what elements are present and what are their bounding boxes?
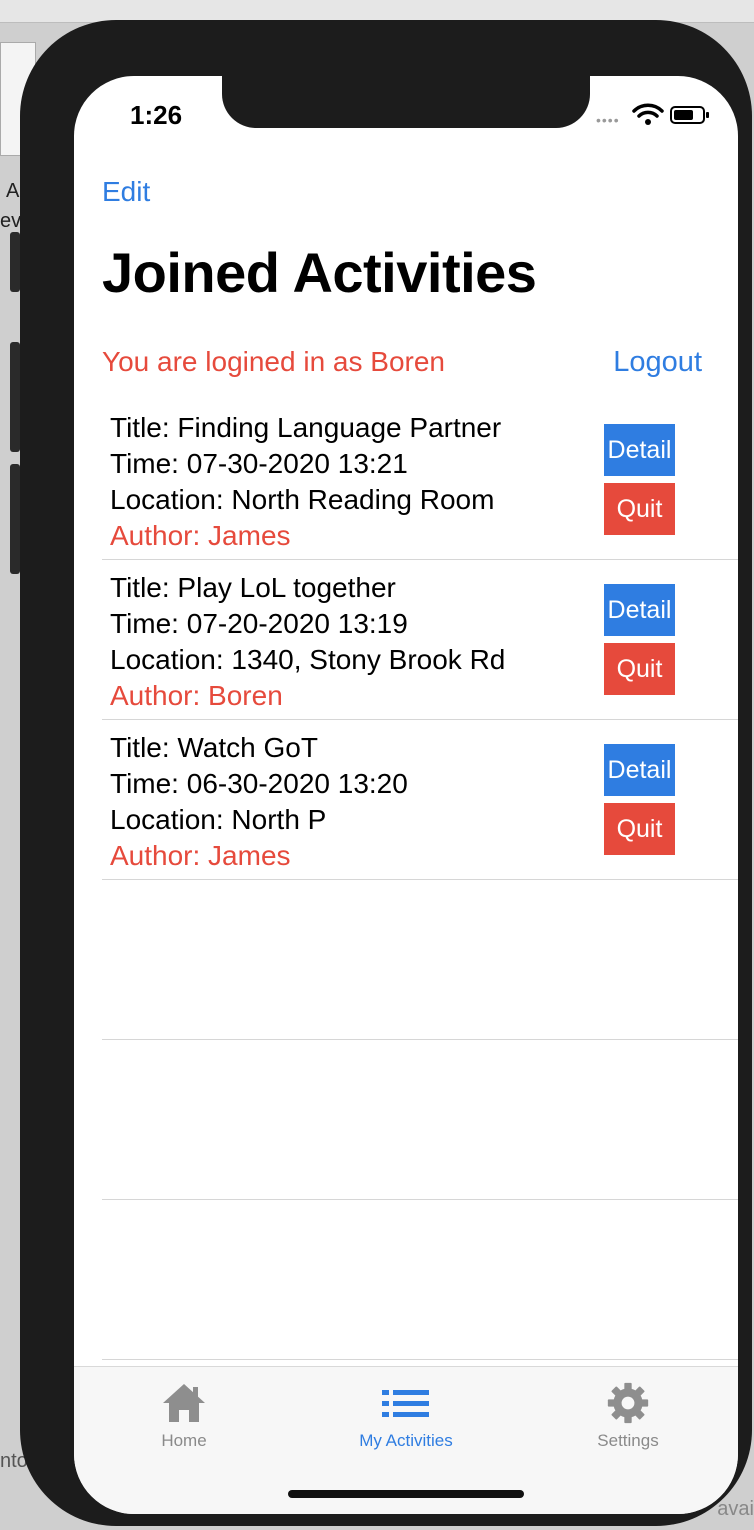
empty-row bbox=[102, 880, 738, 1040]
activity-location: Location: North Reading Room bbox=[110, 484, 495, 515]
activity-title: Title: Watch GoT bbox=[110, 732, 318, 763]
status-time: 1:26 bbox=[130, 100, 183, 130]
activity-author: Author: James bbox=[110, 520, 291, 551]
quit-button[interactable]: Quit bbox=[604, 643, 675, 695]
desktop-text: A bbox=[6, 180, 20, 202]
edit-button[interactable]: Edit bbox=[102, 176, 150, 208]
empty-row bbox=[102, 1200, 738, 1360]
tab-my-activities[interactable]: My Activities bbox=[326, 1381, 486, 1451]
activity-details: Title: Finding Language Partner Time: 07… bbox=[110, 410, 501, 554]
notch bbox=[222, 76, 590, 128]
activity-time: Time: 06-30-2020 13:20 bbox=[110, 768, 408, 799]
volume-down-button bbox=[10, 464, 20, 574]
mute-switch bbox=[10, 232, 20, 292]
detail-button[interactable]: Detail bbox=[604, 744, 675, 796]
empty-row bbox=[102, 1040, 738, 1200]
activity-title: Title: Play LoL together bbox=[110, 572, 396, 603]
tab-label: Settings bbox=[597, 1431, 659, 1450]
gear-icon bbox=[607, 1382, 649, 1424]
tab-settings[interactable]: Settings bbox=[548, 1381, 708, 1451]
app-screen: 1:26 •••• Edit Joined Activities You are… bbox=[74, 76, 738, 1514]
activity-list: Title: Finding Language Partner Time: 07… bbox=[102, 400, 738, 1360]
activity-row[interactable]: Title: Finding Language Partner Time: 07… bbox=[102, 400, 738, 560]
activity-time: Time: 07-20-2020 13:19 bbox=[110, 608, 408, 639]
quit-button[interactable]: Quit bbox=[604, 803, 675, 855]
activity-details: Title: Watch GoT Time: 06-30-2020 13:20 … bbox=[110, 730, 408, 874]
activity-title: Title: Finding Language Partner bbox=[110, 412, 502, 443]
activity-location: Location: North P bbox=[110, 804, 327, 835]
quit-button[interactable]: Quit bbox=[604, 483, 675, 535]
logout-button[interactable]: Logout bbox=[613, 346, 702, 379]
house-icon bbox=[163, 1384, 205, 1422]
detail-button[interactable]: Detail bbox=[604, 584, 675, 636]
login-status-text: You are logined in as Boren bbox=[102, 346, 445, 377]
activity-time: Time: 07-30-2020 13:21 bbox=[110, 448, 408, 479]
phone-frame: 1:26 •••• Edit Joined Activities You are… bbox=[20, 20, 752, 1526]
list-icon bbox=[382, 1390, 429, 1417]
battery-icon bbox=[670, 106, 709, 124]
page-title: Joined Activities bbox=[102, 241, 537, 304]
activity-row[interactable]: Title: Play LoL together Time: 07-20-202… bbox=[102, 560, 738, 720]
home-indicator bbox=[288, 1490, 524, 1498]
activity-details: Title: Play LoL together Time: 07-20-202… bbox=[110, 570, 505, 714]
wifi-icon bbox=[632, 103, 664, 125]
tab-label: Home bbox=[161, 1431, 207, 1450]
tab-home[interactable]: Home bbox=[104, 1381, 264, 1451]
activity-author: Author: James bbox=[110, 840, 291, 871]
activity-row[interactable]: Title: Watch GoT Time: 06-30-2020 13:20 … bbox=[102, 720, 738, 880]
activity-location: Location: 1340, Stony Brook Rd bbox=[110, 644, 506, 675]
tab-label: My Activities bbox=[359, 1431, 453, 1450]
activity-author: Author: Boren bbox=[110, 680, 283, 711]
signal-icon: •••• bbox=[596, 112, 620, 128]
volume-up-button bbox=[10, 342, 20, 452]
desktop-text: ev bbox=[0, 210, 22, 232]
detail-button[interactable]: Detail bbox=[604, 424, 675, 476]
